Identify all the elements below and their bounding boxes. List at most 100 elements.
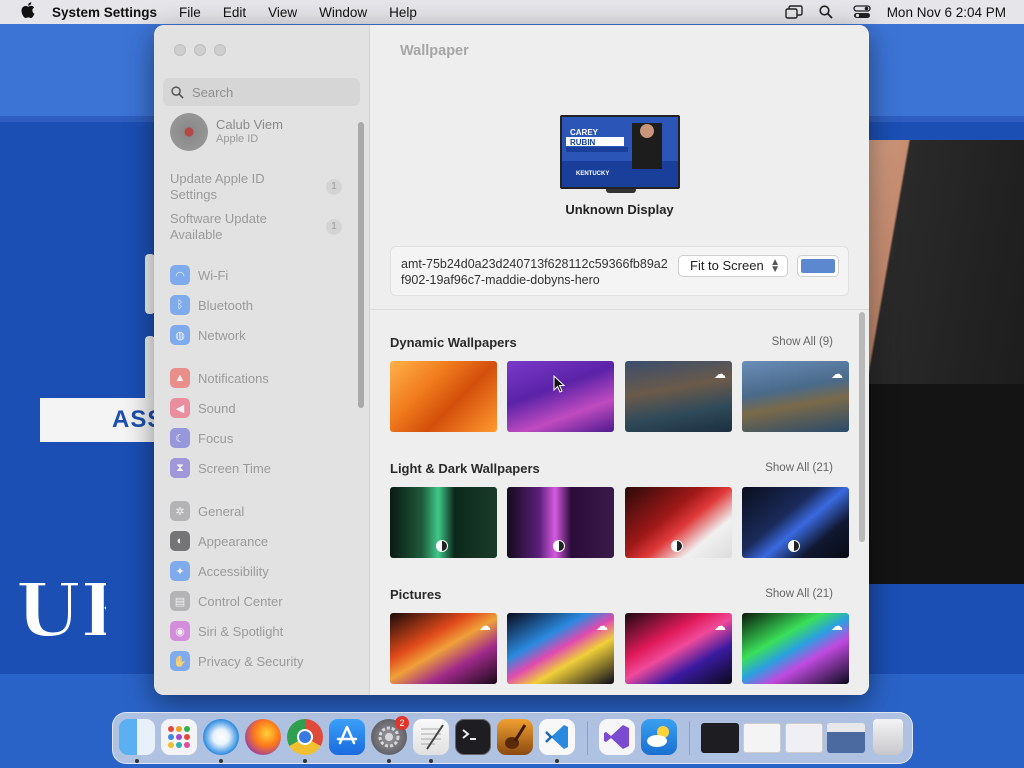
vscode-icon[interactable]: [539, 719, 575, 755]
fit-to-screen-select[interactable]: Fit to Screen ▲ ▼: [678, 255, 788, 277]
show-all-light-dark-button[interactable]: Show All (21): [765, 462, 833, 474]
launchpad-icon[interactable]: [161, 719, 197, 755]
wallpaper-thumb-abstract-pink[interactable]: ☁: [625, 613, 732, 684]
sidebar-item-control-center[interactable]: ▤ Control Center: [170, 589, 283, 613]
display-stand: [606, 189, 636, 193]
appearance-icon: ◐: [170, 531, 190, 551]
sidebar-item-network[interactable]: ◍ Network: [170, 323, 246, 347]
wallpaper-thumb-green-dark[interactable]: [390, 487, 497, 558]
wallpaper-thumb-abstract-blue[interactable]: ☁: [507, 613, 614, 684]
finder-icon[interactable]: [119, 719, 155, 755]
sidebar-item-sound[interactable]: ◀ Sound: [170, 396, 236, 420]
wallpaper-thumb-abstract-orange[interactable]: ☁: [390, 613, 497, 684]
control-center-icon: ▤: [170, 591, 190, 611]
account-name: Calub Viem: [216, 117, 283, 132]
sidebar-item-label: Siri & Spotlight: [198, 623, 284, 639]
sidebar-scrollbar[interactable]: [358, 122, 364, 408]
minimized-window-terminal[interactable]: [701, 723, 739, 753]
close-window-button[interactable]: [174, 44, 186, 56]
menu-clock[interactable]: Mon Nov 6 2:04 PM: [887, 5, 1006, 20]
safari-icon[interactable]: [203, 719, 239, 755]
running-indicator: [387, 759, 391, 763]
sidebar-item-siri-spotlight[interactable]: ◉ Siri & Spotlight: [170, 619, 283, 643]
menu-bar: System Settings File Edit View Window He…: [0, 0, 1024, 24]
sidebar-item-appearance[interactable]: ◐ Appearance: [170, 529, 268, 553]
wallpaper-thumb-ventura[interactable]: [390, 361, 497, 432]
sidebar-item-general[interactable]: ✲ General: [170, 499, 244, 523]
menu-app-name[interactable]: System Settings: [52, 5, 157, 20]
sidebar-search-field[interactable]: Search: [163, 78, 360, 106]
minimized-window-chrome[interactable]: [827, 723, 865, 753]
sidebar-item-accessibility[interactable]: ✦ Accessibility: [170, 559, 269, 583]
wallpaper-thumb-red-light[interactable]: [625, 487, 732, 558]
sidebar-item-label: Notifications: [198, 370, 269, 386]
dock-separator: [587, 721, 588, 755]
menu-help[interactable]: Help: [389, 5, 417, 20]
spotlight-search-icon[interactable]: [819, 5, 835, 19]
sidebar-item-privacy-security[interactable]: ✋ Privacy & Security: [170, 649, 303, 673]
section-title-pictures: Pictures: [390, 587, 442, 602]
terminal-icon[interactable]: [455, 719, 491, 755]
mouse-cursor-icon: [553, 375, 565, 393]
visual-studio-icon[interactable]: [599, 719, 635, 755]
alert-count-badge: 1: [326, 219, 342, 235]
minimized-window-document[interactable]: [743, 723, 781, 753]
fill-color-well[interactable]: [797, 255, 839, 277]
hand-icon: ✋: [170, 651, 190, 671]
menu-view[interactable]: View: [268, 5, 297, 20]
sidebar-item-label: Bluetooth: [198, 297, 253, 313]
window-controls: [174, 44, 226, 56]
weather-icon[interactable]: [641, 719, 677, 755]
running-indicator: [219, 759, 223, 763]
menu-window[interactable]: Window: [319, 5, 367, 20]
trash-icon[interactable]: [873, 719, 903, 755]
wallpaper-thumb-abstract-green[interactable]: ☁: [742, 613, 849, 684]
app-store-icon[interactable]: [329, 719, 365, 755]
wallpaper-thumb-blue-dark[interactable]: [742, 487, 849, 558]
wallpaper-thumb-monterey[interactable]: [507, 361, 614, 432]
sidebar-item-focus[interactable]: ☾ Focus: [170, 426, 233, 450]
sidebar-alert-software-update[interactable]: Software Update Available 1: [170, 211, 350, 243]
sidebar-item-bluetooth[interactable]: ᛒ Bluetooth: [170, 293, 253, 317]
light-dark-mode-icon: [671, 540, 683, 552]
uk-logo-icon: UK: [15, 567, 106, 650]
minimize-window-button[interactable]: [194, 44, 206, 56]
globe-icon: ◍: [170, 325, 190, 345]
preview-name-line2: RUBIN: [570, 138, 596, 147]
chrome-icon[interactable]: [287, 719, 323, 755]
wallpaper-filename: amt-75b24d0a23d240713f628112c59366fb89a2…: [401, 257, 668, 287]
display-preview: CAREY RUBIN KENTUCKY: [560, 115, 680, 189]
sidebar-alert-apple-id[interactable]: Update Apple ID Settings 1: [170, 171, 350, 203]
cloud-download-icon: ☁: [714, 367, 726, 381]
sidebar-item-wi-fi[interactable]: ◠ Wi-Fi: [170, 263, 228, 287]
svg-text:UK: UK: [16, 568, 106, 650]
sidebar-item-screen-time[interactable]: ⧗ Screen Time: [170, 456, 271, 480]
wallpaper-thumb-catalina[interactable]: ☁: [625, 361, 732, 432]
wallpaper-thumb-catalina-coast[interactable]: ☁: [742, 361, 849, 432]
screen-mirroring-icon[interactable]: [784, 5, 803, 19]
cloud-download-icon: ☁: [596, 619, 608, 633]
sidebar-apple-id[interactable]: Calub Viem Apple ID: [170, 113, 283, 151]
sidebar-item-notifications[interactable]: ▲ Notifications: [170, 366, 269, 390]
control-center-icon[interactable]: [853, 5, 871, 19]
firefox-icon[interactable]: [245, 719, 281, 755]
running-indicator: [429, 759, 433, 763]
show-all-pictures-button[interactable]: Show All (21): [765, 588, 833, 600]
bell-icon: ▲: [170, 368, 190, 388]
menu-edit[interactable]: Edit: [223, 5, 246, 20]
alert-count-badge: 1: [326, 179, 342, 195]
wallpaper-thumb-purple-dark[interactable]: [507, 487, 614, 558]
garageband-icon[interactable]: [497, 719, 533, 755]
minimized-window-browser[interactable]: [785, 723, 823, 753]
section-title-light-dark: Light & Dark Wallpapers: [390, 461, 540, 476]
textedit-icon[interactable]: [413, 719, 449, 755]
main-scrollbar[interactable]: [859, 312, 865, 542]
accessibility-icon: ✦: [170, 561, 190, 581]
preview-school: KENTUCKY: [576, 171, 609, 177]
show-all-dynamic-button[interactable]: Show All (9): [772, 336, 833, 348]
apple-menu-icon[interactable]: [18, 1, 38, 23]
display-name: Unknown Display: [565, 202, 674, 217]
menu-file[interactable]: File: [179, 5, 201, 20]
cloud-download-icon: ☁: [479, 619, 491, 633]
zoom-window-button[interactable]: [214, 44, 226, 56]
